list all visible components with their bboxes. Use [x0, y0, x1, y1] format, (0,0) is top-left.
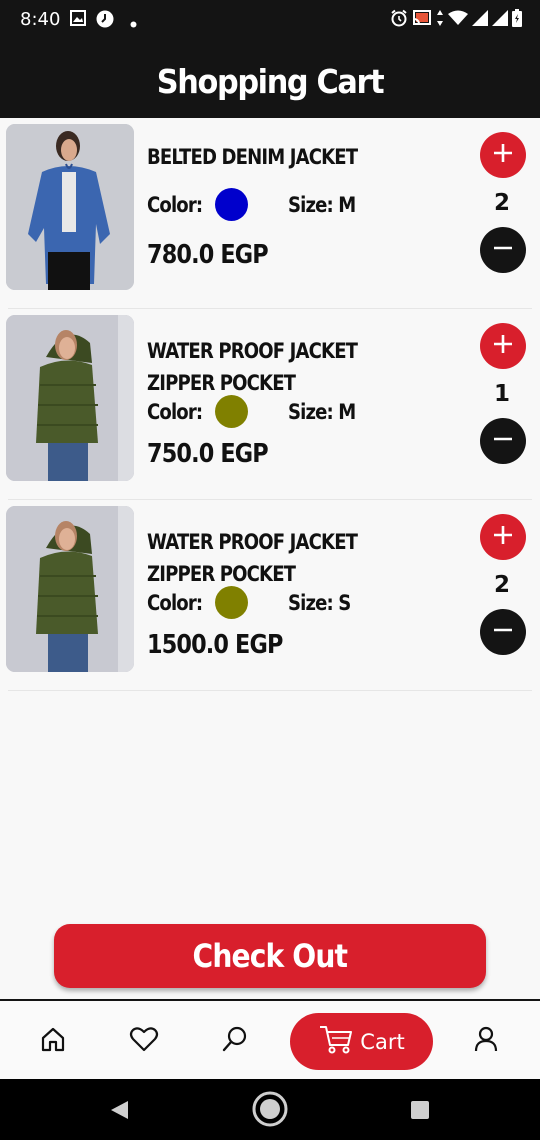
size-label: Size: S [288, 590, 351, 615]
color-label: Color: [147, 590, 203, 615]
decrease-quantity-button[interactable] [480, 418, 526, 464]
plus-icon [492, 333, 514, 360]
back-icon[interactable] [108, 1099, 130, 1126]
nav-cart-label: Cart [360, 1029, 405, 1054]
product-name: BELTED DENIM JACKET [147, 145, 358, 169]
size-label: Size: M [288, 192, 356, 217]
recents-icon[interactable] [410, 1100, 430, 1125]
cart-list: BELTED DENIM JACKET Color: Size: M 780.0… [0, 118, 540, 691]
product-meta: Color: Size: M [147, 188, 367, 221]
product-image[interactable] [6, 124, 134, 290]
nav-favorites[interactable] [126, 1023, 162, 1059]
cart-item: WATER PROOF JACKET ZIPPER POCKET Color: … [6, 309, 532, 500]
plus-icon [492, 524, 514, 551]
search-icon [221, 1025, 249, 1058]
minus-icon [492, 428, 514, 455]
color-swatch [215, 586, 249, 619]
product-price: 780.0 EGP [147, 240, 269, 270]
quantity: 1 [493, 381, 510, 407]
cart-icon [318, 1024, 354, 1059]
data-arrows-icon [436, 9, 444, 32]
color-label: Color: [147, 192, 203, 217]
battery-icon [512, 9, 522, 32]
signal-icon [472, 10, 488, 31]
quantity: 2 [493, 190, 510, 216]
decrease-quantity-button[interactable] [480, 609, 526, 655]
dot-icon [130, 15, 137, 33]
product-image[interactable] [6, 506, 134, 672]
cart-item: BELTED DENIM JACKET Color: Size: M 780.0… [6, 118, 532, 309]
increase-quantity-button[interactable] [480, 132, 526, 178]
checkout-button[interactable]: Check Out [54, 924, 486, 988]
home-icon [39, 1025, 67, 1058]
alarm-icon [390, 9, 408, 32]
page-title: Shopping Cart [156, 62, 385, 101]
clock-icon [96, 10, 114, 33]
color-label: Color: [147, 399, 203, 424]
bottom-nav: Cart [0, 999, 540, 1079]
color-swatch [215, 395, 249, 428]
product-price: 1500.0 EGP [147, 630, 283, 660]
app-bar: Shopping Cart [0, 38, 540, 118]
cast-icon [412, 9, 432, 32]
system-nav-bar [0, 1079, 540, 1140]
checkout-label: Check Out [192, 937, 348, 975]
wifi-icon [448, 10, 468, 31]
decrease-quantity-button[interactable] [480, 227, 526, 273]
quantity: 2 [493, 572, 510, 598]
nav-profile[interactable] [468, 1023, 504, 1059]
product-image[interactable] [6, 315, 134, 481]
home-circle-icon[interactable] [251, 1090, 289, 1133]
product-meta: Color: Size: M [147, 395, 367, 428]
product-name: WATER PROOF JACKET ZIPPER POCKET [147, 339, 358, 395]
status-time: 8:40 [20, 9, 61, 30]
product-meta: Color: Size: S [147, 586, 361, 619]
product-price: 750.0 EGP [147, 439, 269, 469]
increase-quantity-button[interactable] [480, 323, 526, 369]
heart-icon [129, 1025, 159, 1058]
minus-icon [492, 619, 514, 646]
signal-icon [492, 10, 508, 31]
plus-icon [492, 142, 514, 169]
product-name: WATER PROOF JACKET ZIPPER POCKET [147, 530, 358, 586]
size-label: Size: M [288, 399, 356, 424]
increase-quantity-button[interactable] [480, 514, 526, 560]
minus-icon [492, 237, 514, 264]
nav-search[interactable] [217, 1023, 253, 1059]
status-bar: 8:40 [0, 0, 540, 38]
person-icon [473, 1025, 499, 1058]
image-icon [70, 10, 86, 31]
nav-home[interactable] [35, 1023, 71, 1059]
color-swatch [215, 188, 249, 221]
nav-cart[interactable]: Cart [290, 1013, 433, 1070]
cart-item: WATER PROOF JACKET ZIPPER POCKET Color: … [6, 500, 532, 691]
